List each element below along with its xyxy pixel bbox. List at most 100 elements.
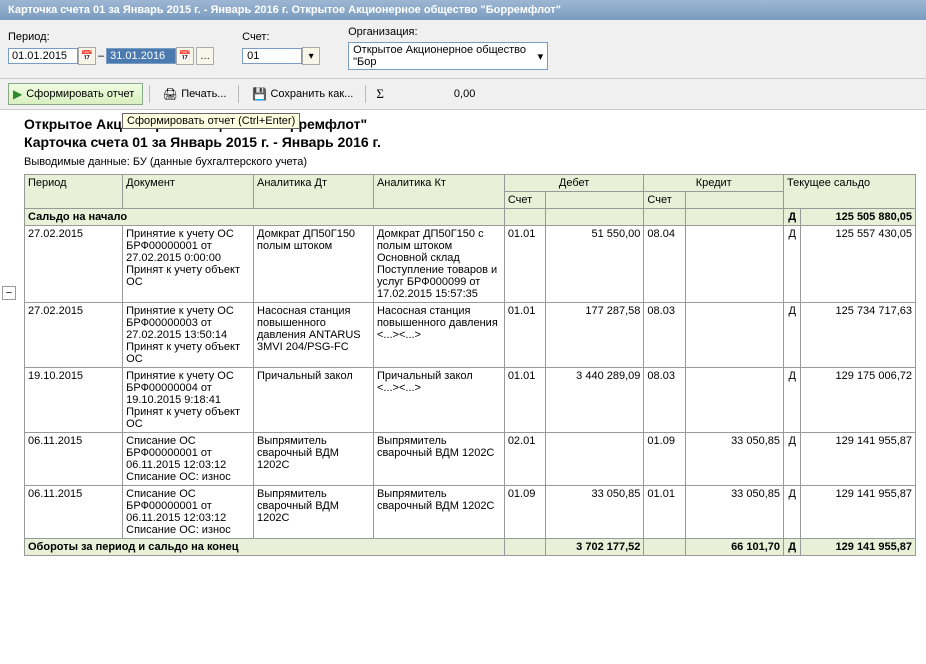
th-credit-acc: Счет [644,192,685,209]
period-label: Период: [8,31,210,43]
cell-credit-sum [685,368,783,433]
date-from-input[interactable] [8,48,78,64]
toolbar-separator [238,85,239,103]
closing-dk: Д [784,539,801,556]
th-balance: Текущее сальдо [784,175,916,209]
th-analytics-d: Аналитика Дт [254,175,374,209]
report-area: − Открытое Акционерное общество "Борремф… [0,110,926,566]
cell-analytics-k: Выпрямитель сварочный ВДМ 1202С [373,486,504,539]
report-title: Карточка счета 01 за Январь 2015 г. - Ян… [24,134,916,150]
tooltip: Сформировать отчет (Ctrl+Enter) [122,113,300,129]
report-table: Период Документ Аналитика Дт Аналитика К… [24,174,916,556]
cell-analytics-k: Домкрат ДП50Г150 с полым штокомОсновной … [373,226,504,303]
table-row[interactable]: 27.02.2015 Принятие к учету ОС БРФ000000… [25,226,916,303]
th-credit-sum [685,192,783,209]
th-debit-acc: Счет [504,192,545,209]
sigma-icon[interactable]: Σ [372,86,388,102]
calendar-from-icon[interactable]: 📅 [78,47,96,65]
cell-debit-sum [546,433,644,486]
cell-analytics-k: Причальный закол<...><...> [373,368,504,433]
th-credit: Кредит [644,175,784,192]
floppy-icon: 💾 [251,86,267,102]
opening-label: Сальдо на начало [25,209,505,226]
cell-dk: Д [784,433,801,486]
toolbar: ▶ Сформировать отчет 🖨 Печать... 💾 Сохра… [0,79,926,110]
cell-dk: Д [784,226,801,303]
cell-balance: 125 734 717,63 [801,303,916,368]
cell-credit-acc: 08.03 [644,368,685,433]
toolbar-separator [365,85,366,103]
cell-analytics-d: Насосная станция повышенного давления AN… [254,303,374,368]
cell-balance: 129 175 006,72 [801,368,916,433]
report-subtitle: Выводимые данные: БУ (данные бухгалтерск… [24,156,916,168]
table-row[interactable]: 06.11.2015 Списание ОС БРФ00000001 от 06… [25,433,916,486]
cell-credit-acc: 08.03 [644,303,685,368]
cell-balance: 129 141 955,87 [801,486,916,539]
org-label: Организация: [348,26,544,38]
cell-document: Принятие к учету ОС БРФ00000003 от 27.02… [123,303,254,368]
cell-debit-acc: 01.01 [504,368,545,433]
cell-dk: Д [784,368,801,433]
table-row[interactable]: 27.02.2015 Принятие к учету ОС БРФ000000… [25,303,916,368]
account-dropdown-icon[interactable]: ▾ [302,47,320,65]
cell-debit-sum: 51 550,00 [546,226,644,303]
toolbar-separator [149,85,150,103]
cell-credit-acc: 08.04 [644,226,685,303]
cell-period: 19.10.2015 [25,368,123,433]
cell-dk: Д [784,303,801,368]
date-dash: – [98,50,104,62]
cell-credit-acc: 01.01 [644,486,685,539]
save-as-button[interactable]: 💾 Сохранить как... [245,84,359,104]
table-row[interactable]: 06.11.2015 Списание ОС БРФ00000001 от 06… [25,486,916,539]
cell-balance: 125 557 430,05 [801,226,916,303]
cell-analytics-d: Домкрат ДП50Г150 полым штоком [254,226,374,303]
play-icon: ▶ [13,87,22,101]
dropdown-icon: ▾ [538,50,544,63]
window-title: Карточка счета 01 за Январь 2015 г. - Ян… [8,4,561,16]
org-value: Открытое Акционерное общество "Бор [353,44,537,68]
date-to-input[interactable] [106,48,176,64]
print-button[interactable]: 🖨 Печать... [156,84,232,104]
account-input[interactable] [242,48,302,64]
closing-debit: 3 702 177,52 [546,539,644,556]
window-title-bar: Карточка счета 01 за Январь 2015 г. - Ян… [0,0,926,20]
printer-icon: 🖨 [162,86,178,102]
cell-period: 06.11.2015 [25,433,123,486]
cell-document: Принятие к учету ОС БРФ00000001 от 27.02… [123,226,254,303]
opening-balance-row: Сальдо на начало Д 125 505 880,05 [25,209,916,226]
expand-toggle[interactable]: − [2,286,16,300]
params-panel: Период: 📅 – 📅 … Счет: ▾ Организация: Отк… [0,20,926,79]
period-extra-icon[interactable]: … [196,47,214,65]
cell-analytics-k: Насосная станция повышенного давления<..… [373,303,504,368]
closing-credit: 66 101,70 [685,539,783,556]
save-as-label: Сохранить как... [270,88,353,100]
cell-credit-acc: 01.09 [644,433,685,486]
cell-debit-sum: 177 287,58 [546,303,644,368]
table-row[interactable]: 19.10.2015 Принятие к учету ОС БРФ000000… [25,368,916,433]
cell-analytics-k: Выпрямитель сварочный ВДМ 1202С [373,433,504,486]
closing-balance: 129 141 955,87 [801,539,916,556]
org-select[interactable]: Открытое Акционерное общество "Бор ▾ [348,42,548,70]
cell-debit-acc: 01.01 [504,226,545,303]
cell-credit-sum: 33 050,85 [685,433,783,486]
opening-balance: 125 505 880,05 [801,209,916,226]
closing-label: Обороты за период и сальдо на конец [25,539,505,556]
closing-balance-row: Обороты за период и сальдо на конец 3 70… [25,539,916,556]
calendar-to-icon[interactable]: 📅 [176,47,194,65]
cell-debit-acc: 01.01 [504,303,545,368]
th-document: Документ [123,175,254,209]
th-debit-sum [546,192,644,209]
form-report-button[interactable]: ▶ Сформировать отчет [8,83,143,105]
cell-credit-sum: 33 050,85 [685,486,783,539]
cell-balance: 129 141 955,87 [801,433,916,486]
cell-document: Списание ОС БРФ00000001 от 06.11.2015 12… [123,433,254,486]
th-period: Период [25,175,123,209]
cell-analytics-d: Причальный закол [254,368,374,433]
cell-period: 27.02.2015 [25,303,123,368]
th-debit: Дебет [504,175,644,192]
account-label: Счет: [242,31,316,43]
cell-dk: Д [784,486,801,539]
opening-dk: Д [784,209,801,226]
cell-document: Списание ОС БРФ00000001 от 06.11.2015 12… [123,486,254,539]
sigma-value: 0,00 [394,88,475,100]
